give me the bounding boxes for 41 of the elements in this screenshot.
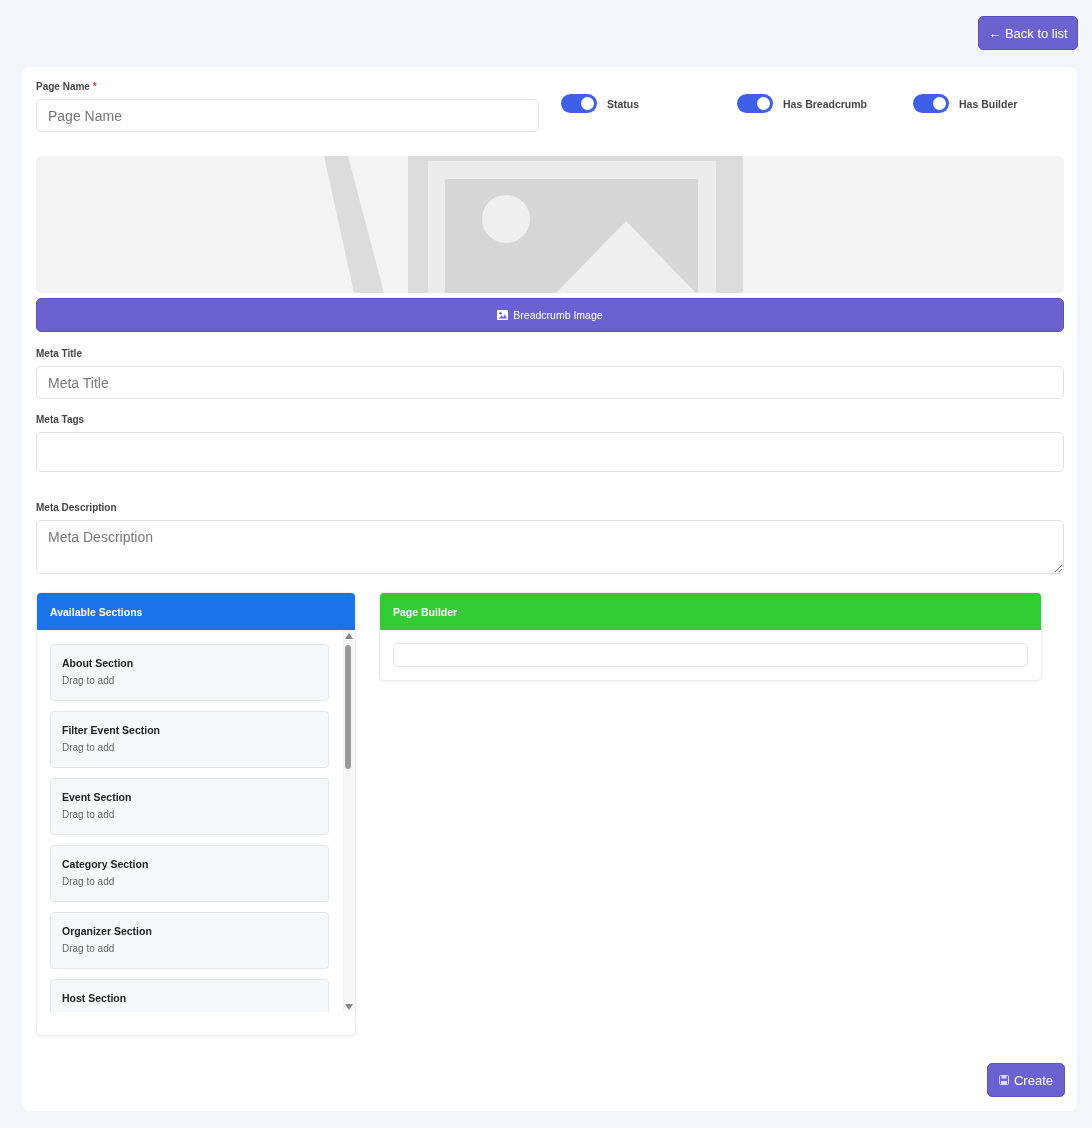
scroll-down-icon[interactable]	[345, 1004, 353, 1010]
panel-header: Available Sections	[37, 593, 355, 630]
toggle-switch[interactable]	[561, 94, 597, 113]
save-icon	[999, 1075, 1009, 1085]
toggle-label: Has Breadcrumb	[783, 97, 868, 110]
meta-title-field[interactable]: Meta Title	[36, 366, 1064, 399]
scrollbar[interactable]	[343, 630, 355, 1012]
section-title: Filter Event Section	[62, 724, 162, 736]
section-item[interactable]: Filter Event Section Drag to add	[50, 711, 329, 768]
field-label: Meta Tags	[36, 414, 86, 425]
section-item[interactable]: Event Section Drag to add	[50, 778, 329, 835]
section-title: Category Section	[62, 858, 150, 870]
section-hint: Drag to add	[62, 742, 116, 753]
section-item[interactable]: About Section Drag to add	[50, 644, 329, 701]
page-name-field[interactable]: Page Name	[36, 99, 539, 132]
section-title: Event Section	[62, 791, 133, 803]
upload-image-button[interactable]: Breadcrumb Image	[36, 298, 1064, 332]
meta-tags-field[interactable]	[36, 432, 1064, 472]
section-item[interactable]: Organizer Section Drag to add	[50, 912, 329, 969]
field-label: Page Name *	[36, 81, 98, 92]
toggle-switch[interactable]	[913, 94, 949, 113]
scroll-up-icon[interactable]	[345, 633, 353, 639]
section-hint: Drag to add	[62, 943, 116, 954]
panel-header: Page Builder	[380, 593, 1041, 630]
section-title: Host Section	[62, 992, 128, 1004]
toggle-label: Status	[607, 97, 640, 110]
section-title: Organizer Section	[62, 925, 153, 937]
section-hint: Drag to add	[62, 809, 116, 820]
section-title: About Section	[62, 657, 135, 669]
section-item[interactable]: Host Section	[50, 979, 329, 1012]
toggle-label: Has Builder	[959, 97, 1018, 110]
toggle-switch[interactable]	[737, 94, 773, 113]
field-label: Meta Title	[36, 348, 83, 359]
create-button[interactable]: Create	[987, 1063, 1065, 1097]
section-hint: Drag to add	[62, 876, 116, 887]
meta-description-field[interactable]: Meta Description	[36, 520, 1064, 574]
field-label: Meta Description	[36, 502, 118, 513]
back-button[interactable]: ← Back to list	[978, 16, 1078, 50]
section-item[interactable]: Category Section Drag to add	[50, 845, 329, 902]
image-icon	[497, 310, 509, 320]
section-hint: Drag to add	[62, 675, 116, 686]
